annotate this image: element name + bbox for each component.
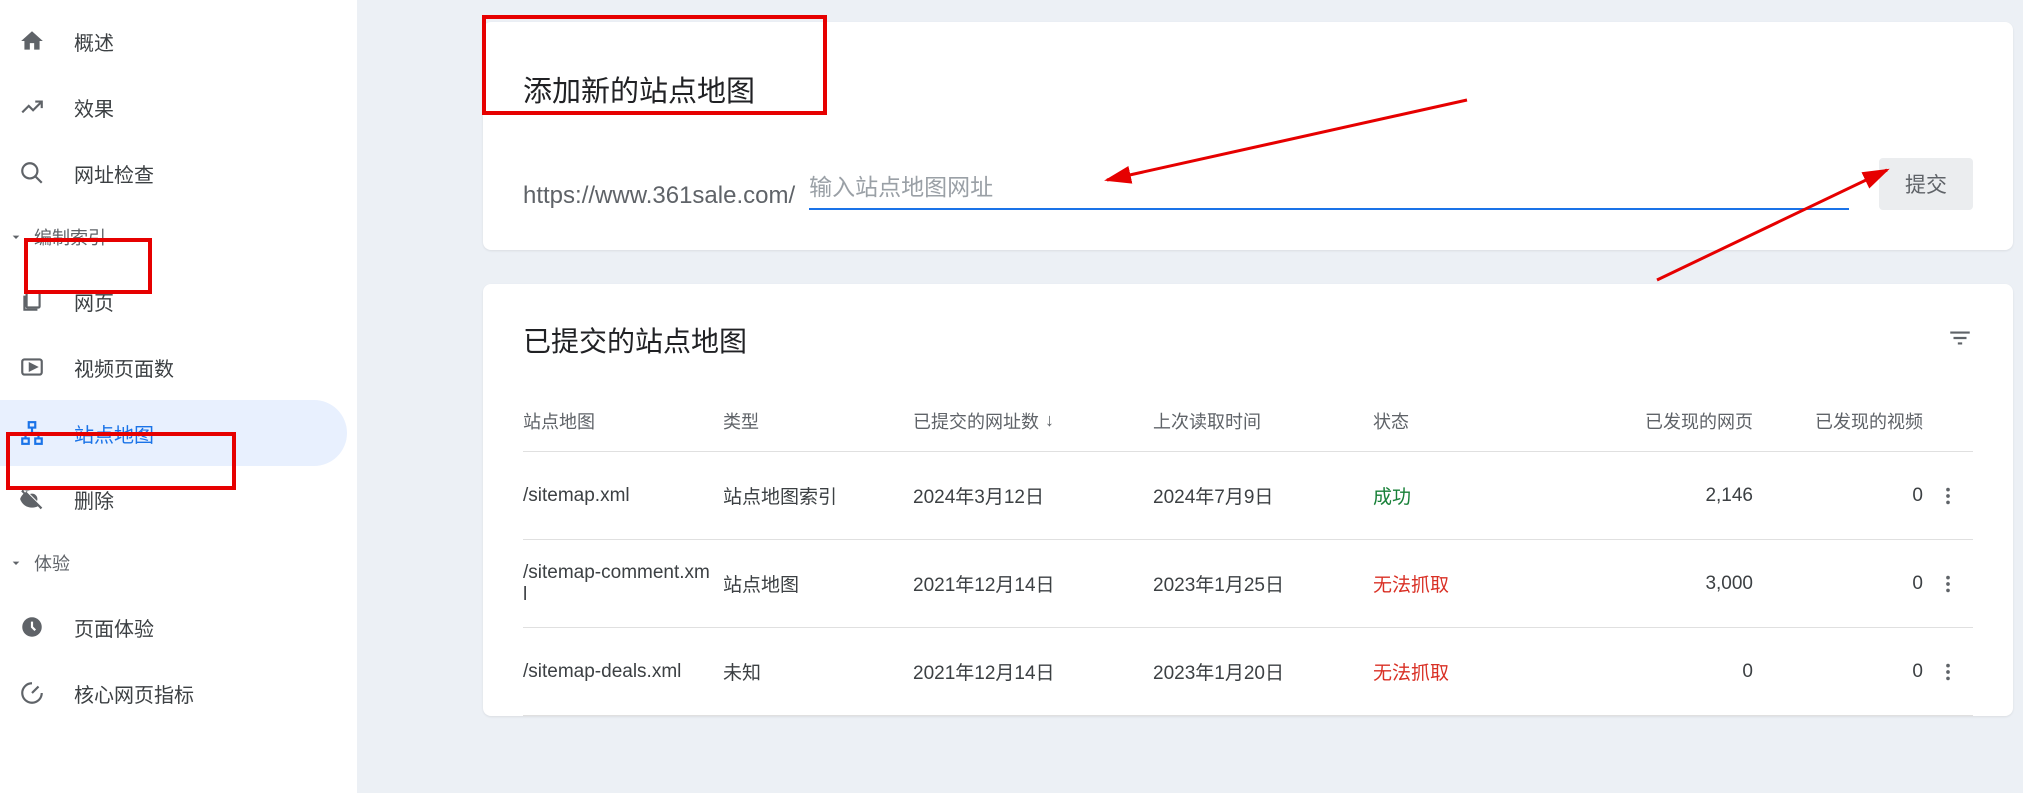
nav-label: 删除	[74, 485, 114, 514]
submitted-sitemaps-title: 已提交的站点地图	[523, 320, 747, 360]
th-status[interactable]: 状态	[1373, 408, 1553, 434]
filter-icon[interactable]	[1947, 325, 1973, 356]
td-pages: 3,000	[1553, 573, 1753, 595]
trending-icon	[18, 93, 46, 121]
td-status: 无法抓取	[1373, 570, 1553, 597]
table-header: 站点地图 类型 已提交的网址数↓ 上次读取时间 状态 已发现的网页 已发现的视频	[523, 390, 1973, 452]
sitemap-url-input[interactable]	[809, 174, 1849, 201]
td-sitemap: /sitemap-comment.xml	[523, 562, 723, 606]
section-indexing[interactable]: 编制索引	[0, 206, 357, 268]
more-icon[interactable]	[1923, 485, 1973, 507]
td-submitted: 2024年3月12日	[913, 482, 1153, 509]
sidebar: 概述 效果 网址检查 编制索引 网页 视频页面数 站点地图	[0, 0, 357, 793]
chevron-down-icon	[6, 229, 26, 245]
table-row[interactable]: /sitemap-deals.xml未知2021年12月14日2023年1月20…	[523, 628, 1973, 716]
sort-down-icon: ↓	[1045, 410, 1054, 431]
remove-icon	[18, 485, 46, 513]
nav-sitemaps[interactable]: 站点地图	[0, 400, 347, 466]
th-pages[interactable]: 已发现的网页	[1553, 408, 1753, 434]
nav-removals[interactable]: 删除	[0, 466, 347, 532]
td-lastread: 2023年1月20日	[1153, 658, 1373, 685]
sitemap-url-input-wrap	[809, 166, 1849, 210]
td-pages: 0	[1553, 661, 1753, 683]
badge-icon	[18, 613, 46, 641]
pages-icon	[18, 287, 46, 315]
td-videos: 0	[1753, 573, 1923, 595]
th-lastread[interactable]: 上次读取时间	[1153, 408, 1373, 434]
table-row[interactable]: /sitemap.xml站点地图索引2024年3月12日2024年7月9日成功2…	[523, 452, 1973, 540]
chevron-down-icon	[6, 555, 26, 571]
td-pages: 2,146	[1553, 485, 1753, 507]
main-content: 添加新的站点地图 https://www.361sale.com/ 提交 已提交…	[357, 0, 2023, 793]
video-icon	[18, 353, 46, 381]
section-label: 体验	[34, 550, 70, 576]
nav-label: 核心网页指标	[74, 679, 194, 708]
td-submitted: 2021年12月14日	[913, 658, 1153, 685]
url-prefix: https://www.361sale.com/	[523, 182, 795, 210]
search-icon	[18, 159, 46, 187]
submitted-sitemaps-card: 已提交的站点地图 站点地图 类型 已提交的网址数↓ 上次读取时间 状态 已发现的…	[483, 284, 2013, 716]
td-lastread: 2024年7月9日	[1153, 482, 1373, 509]
nav-label: 网址检查	[74, 159, 154, 188]
td-videos: 0	[1753, 485, 1923, 507]
nav-overview[interactable]: 概述	[0, 8, 347, 74]
td-sitemap: /sitemap.xml	[523, 485, 723, 507]
nav-label: 效果	[74, 93, 114, 122]
th-videos[interactable]: 已发现的视频	[1753, 408, 1923, 434]
more-icon[interactable]	[1923, 573, 1973, 595]
th-submitted[interactable]: 已提交的网址数↓	[913, 408, 1153, 434]
th-sitemap[interactable]: 站点地图	[523, 408, 723, 434]
nav-label: 网页	[74, 287, 114, 316]
add-sitemap-card: 添加新的站点地图 https://www.361sale.com/ 提交	[483, 22, 2013, 250]
td-type: 未知	[723, 658, 913, 685]
td-submitted: 2021年12月14日	[913, 570, 1153, 597]
speed-icon	[18, 679, 46, 707]
td-sitemap: /sitemap-deals.xml	[523, 661, 723, 683]
td-type: 站点地图索引	[723, 482, 913, 509]
nav-performance[interactable]: 效果	[0, 74, 347, 140]
td-status: 成功	[1373, 482, 1553, 509]
nav-video-pages[interactable]: 视频页面数	[0, 334, 347, 400]
td-status: 无法抓取	[1373, 658, 1553, 685]
add-sitemap-title: 添加新的站点地图	[523, 68, 1973, 110]
section-label: 编制索引	[34, 224, 106, 250]
sitemaps-table: 站点地图 类型 已提交的网址数↓ 上次读取时间 状态 已发现的网页 已发现的视频…	[523, 390, 1973, 716]
nav-label: 站点地图	[74, 419, 154, 448]
home-icon	[18, 27, 46, 55]
td-lastread: 2023年1月25日	[1153, 570, 1373, 597]
nav-url-inspect[interactable]: 网址检查	[0, 140, 347, 206]
nav-core-web-vitals[interactable]: 核心网页指标	[0, 660, 347, 726]
section-experience[interactable]: 体验	[0, 532, 357, 594]
sitemap-icon	[18, 419, 46, 447]
more-icon[interactable]	[1923, 661, 1973, 683]
nav-page-experience[interactable]: 页面体验	[0, 594, 347, 660]
nav-label: 概述	[74, 27, 114, 56]
th-type[interactable]: 类型	[723, 408, 913, 434]
submit-button[interactable]: 提交	[1879, 158, 1973, 210]
table-row[interactable]: /sitemap-comment.xml站点地图2021年12月14日2023年…	[523, 540, 1973, 628]
td-videos: 0	[1753, 661, 1923, 683]
td-type: 站点地图	[723, 570, 913, 597]
nav-label: 视频页面数	[74, 353, 174, 382]
nav-label: 页面体验	[74, 613, 154, 642]
nav-pages[interactable]: 网页	[0, 268, 347, 334]
